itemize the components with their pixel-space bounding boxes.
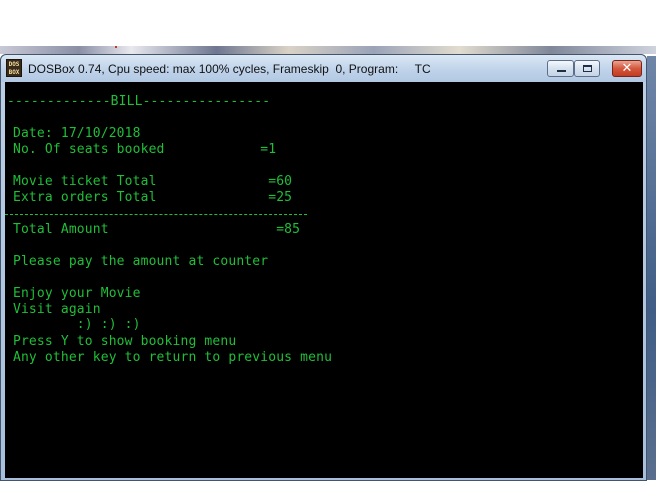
desktop-background [0, 46, 656, 54]
bill-heading: --------------BILL---------------- [5, 94, 271, 109]
pay-at-counter-line: Please pay the amount at counter [5, 254, 269, 269]
seats-booked-line: No. Of seats booked =1 [5, 142, 277, 157]
dosbox-window: DOS BOX DOSBox 0.74, Cpu speed: max 100%… [0, 54, 647, 481]
minimize-button[interactable] [547, 60, 574, 77]
press-y-prompt: Press Y to show booking menu [5, 334, 237, 349]
visit-again-line: Visit again [5, 302, 101, 317]
total-amount-line: Total Amount =85 [5, 222, 301, 237]
date-line: Date: 17/10/2018 [5, 126, 141, 141]
close-button[interactable]: ✕ [612, 60, 642, 77]
desktop-dot [115, 46, 117, 48]
total-divider [5, 214, 307, 215]
smiley-line: :) :) :) [5, 317, 141, 332]
dosbox-icon[interactable]: DOS BOX [6, 59, 22, 77]
window-title: DOSBox 0.74, Cpu speed: max 100% cycles,… [28, 62, 431, 76]
maximize-icon [583, 65, 592, 72]
extra-orders-total-line: Extra orders Total =25 [5, 190, 293, 205]
minimize-icon [557, 70, 566, 72]
background-window-edge [647, 56, 656, 480]
title-bar[interactable]: DOS BOX DOSBox 0.74, Cpu speed: max 100%… [1, 55, 646, 82]
close-icon: ✕ [621, 61, 633, 76]
console-screen[interactable]: --------------BILL---------------- Date:… [5, 82, 643, 478]
enjoy-movie-line: Enjoy your Movie [5, 286, 141, 301]
maximize-button[interactable] [574, 60, 600, 77]
other-key-prompt: Any other key to return to previous menu [5, 350, 333, 365]
movie-ticket-total-line: Movie ticket Total =60 [5, 174, 293, 189]
